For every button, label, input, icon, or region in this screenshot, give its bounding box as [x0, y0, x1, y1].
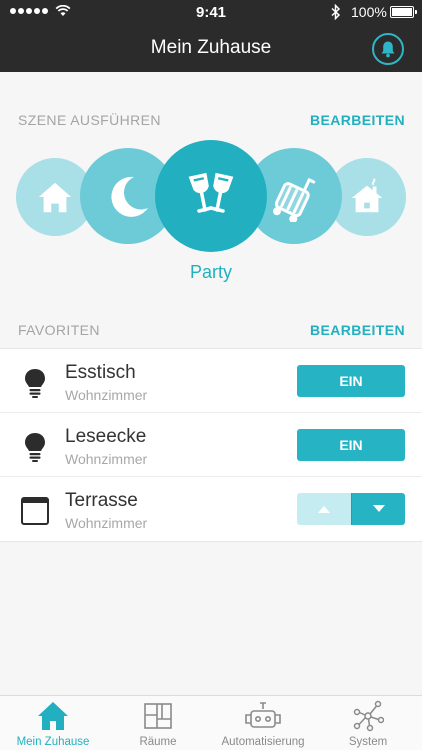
- favorite-name: Leseecke: [65, 426, 147, 447]
- favorite-room: Wohnzimmer: [65, 387, 148, 403]
- bell-icon: [381, 41, 395, 58]
- wine-glasses-icon: [188, 172, 234, 213]
- navigation-bar: Mein Zuhause: [0, 24, 422, 72]
- scene-carousel: [0, 140, 422, 260]
- list-item[interactable]: Leseecke Wohnzimmer EIN: [0, 413, 422, 477]
- page-title: Mein Zuhause: [150, 37, 272, 58]
- window-shutter-icon: [21, 497, 49, 525]
- tab-label: Mein Zuhause: [16, 736, 90, 748]
- network-icon: [353, 700, 384, 732]
- scene-party[interactable]: [155, 140, 267, 252]
- scenes-section-header: SZENE AUSFÜHREN BEARBEITEN: [18, 112, 405, 128]
- moon-icon: [111, 176, 148, 217]
- light-bulb-icon: [25, 369, 45, 398]
- battery-icon: [390, 6, 417, 18]
- shutter-down-button[interactable]: [351, 493, 405, 525]
- list-item[interactable]: Terrasse Wohnzimmer: [0, 477, 422, 541]
- battery-percentage: 100%: [351, 4, 387, 20]
- on-button[interactable]: EIN: [297, 429, 405, 461]
- tab-label: System: [348, 736, 388, 748]
- house-icon: [38, 182, 72, 213]
- shutter-up-button[interactable]: [297, 493, 351, 525]
- on-button[interactable]: EIN: [297, 365, 405, 397]
- favorites-list: Esstisch Wohnzimmer EIN Leseecke Wohnzim…: [0, 348, 422, 542]
- tab-bar: Mein Zuhause Räume Automatisierung Syste…: [0, 695, 422, 750]
- suitcase-icon: [272, 177, 316, 222]
- tab-label: Automatisierung: [221, 736, 305, 748]
- status-bar: 9:41 100%: [0, 0, 422, 24]
- tab-system[interactable]: System: [318, 696, 418, 750]
- selected-scene-label: Party: [189, 262, 232, 282]
- tab-raeume[interactable]: Räume: [108, 696, 208, 750]
- edit-scenes-button[interactable]: BEARBEITEN: [310, 112, 405, 128]
- favorite-name: Terrasse: [65, 490, 138, 511]
- list-item[interactable]: Esstisch Wohnzimmer EIN: [0, 349, 422, 413]
- edit-favorites-button[interactable]: BEARBEITEN: [310, 322, 405, 338]
- rooms-icon: [144, 703, 172, 729]
- tab-label: Räume: [139, 736, 177, 748]
- triangle-down-icon: [372, 505, 385, 512]
- robot-icon: [245, 702, 281, 728]
- favorite-room: Wohnzimmer: [65, 451, 148, 467]
- scenes-section-label: SZENE AUSFÜHREN: [18, 112, 161, 128]
- house-chimney-icon: [351, 178, 383, 213]
- tab-automatisierung[interactable]: Automatisierung: [213, 696, 313, 750]
- triangle-up-icon: [318, 506, 330, 513]
- favorites-section-label: FAVORITEN: [18, 322, 100, 338]
- notifications-button[interactable]: [372, 33, 404, 65]
- favorites-section-header: FAVORITEN BEARBEITEN: [18, 322, 405, 338]
- favorite-room: Wohnzimmer: [65, 515, 148, 531]
- shutter-control: [297, 493, 405, 525]
- bluetooth-icon: [331, 4, 341, 20]
- light-bulb-icon: [25, 433, 45, 462]
- tab-mein-zuhause[interactable]: Mein Zuhause: [3, 696, 103, 750]
- home-icon: [38, 702, 68, 730]
- favorite-name: Esstisch: [65, 362, 136, 383]
